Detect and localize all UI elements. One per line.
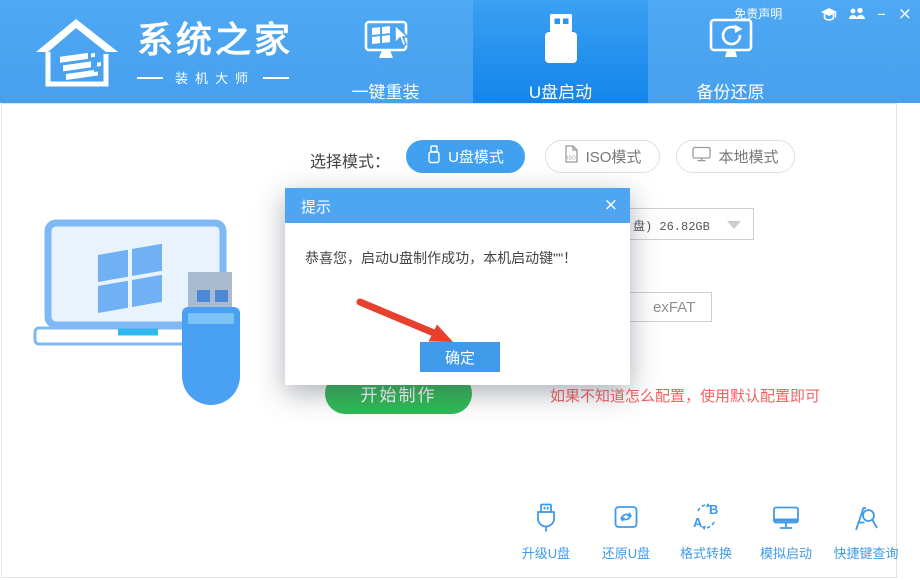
minimize-button[interactable]: – bbox=[877, 7, 886, 21]
tab-usb-boot[interactable]: U盘启动 bbox=[473, 0, 648, 114]
footer-toolbar: 升级U盘 还原U盘 A B bbox=[506, 502, 906, 562]
format-value: exFAT bbox=[653, 299, 695, 316]
mode-label: ISO模式 bbox=[586, 146, 642, 167]
simulate-boot-icon bbox=[771, 502, 801, 538]
tab-label: U盘启动 bbox=[529, 78, 592, 103]
graduation-cap-icon[interactable] bbox=[820, 7, 838, 21]
mode-usb-button[interactable]: U盘模式 bbox=[406, 140, 525, 173]
convert-from-letter: A bbox=[693, 515, 703, 530]
house-logo-icon bbox=[30, 12, 125, 97]
dialog-ok-button[interactable]: 确定 bbox=[420, 342, 500, 372]
header-bar: 系统之家 装机大师 bbox=[0, 0, 920, 103]
iso-letters: ISO bbox=[567, 156, 576, 162]
mode-iso-button[interactable]: ISO ISO模式 bbox=[545, 140, 660, 173]
decorative-dash bbox=[137, 77, 163, 79]
tab-one-key-reinstall[interactable]: 一键重装 bbox=[298, 0, 473, 116]
mode-local-button[interactable]: 本地模式 bbox=[676, 140, 795, 173]
iso-mode-icon: ISO bbox=[564, 145, 579, 168]
brand-subtitle: 装机大师 bbox=[175, 68, 255, 87]
config-hint-text: 如果不知道怎么配置，使用默认配置即可 bbox=[550, 385, 820, 406]
dialog-title-bar: 提示 × bbox=[285, 188, 630, 223]
dialog-close-icon[interactable]: × bbox=[604, 195, 618, 215]
tool-hotkey-query[interactable]: 快捷键查询 bbox=[826, 502, 906, 562]
mode-label: 本地模式 bbox=[718, 146, 778, 167]
decorative-dash bbox=[263, 77, 289, 79]
tool-usb-restore[interactable]: 还原U盘 bbox=[586, 502, 666, 562]
tool-label: 模拟启动 bbox=[760, 543, 812, 562]
one-key-reinstall-icon bbox=[359, 13, 413, 72]
tab-label: 备份还原 bbox=[697, 78, 765, 103]
mode-selector-label: 选择模式： bbox=[310, 148, 390, 172]
chevron-down-icon bbox=[727, 221, 741, 229]
brand-logo: 系统之家 装机大师 bbox=[30, 12, 293, 97]
app-window: 系统之家 装机大师 bbox=[0, 0, 920, 580]
usb-upgrade-icon bbox=[531, 502, 561, 538]
dialog-title: 提示 bbox=[301, 196, 331, 217]
tool-format-convert[interactable]: A B 格式转换 bbox=[666, 502, 746, 562]
format-convert-icon: A B bbox=[691, 502, 721, 538]
usb-restore-icon bbox=[611, 502, 641, 538]
tip-dialog: 提示 × 恭喜您，启动U盘制作成功，本机启动键""！ 确定 bbox=[285, 188, 630, 385]
tool-label: 还原U盘 bbox=[602, 543, 650, 562]
tab-label: 一键重装 bbox=[352, 78, 420, 103]
disclaimer-link[interactable]: 免责声明 bbox=[734, 5, 782, 22]
mode-label: U盘模式 bbox=[448, 146, 504, 167]
hotkey-query-icon bbox=[851, 502, 881, 538]
tool-label: 格式转换 bbox=[680, 543, 732, 562]
tool-label: 升级U盘 bbox=[522, 543, 570, 562]
brand-title: 系统之家 bbox=[137, 22, 293, 58]
laptop-usb-illustration bbox=[25, 215, 255, 415]
dialog-message: 恭喜您，启动U盘制作成功，本机启动键""！ bbox=[305, 248, 577, 268]
usb-device-value: 盘) 26.82GB bbox=[633, 217, 710, 234]
close-button[interactable]: × bbox=[898, 7, 912, 21]
tool-usb-upgrade[interactable]: 升级U盘 bbox=[506, 502, 586, 562]
local-mode-icon bbox=[692, 146, 711, 167]
tool-label: 快捷键查询 bbox=[833, 543, 898, 562]
convert-to-letter: B bbox=[709, 502, 718, 517]
usb-boot-icon bbox=[533, 11, 589, 72]
tool-simulate-boot[interactable]: 模拟启动 bbox=[746, 502, 826, 562]
usb-mode-icon bbox=[427, 145, 441, 169]
users-icon[interactable] bbox=[848, 7, 865, 20]
